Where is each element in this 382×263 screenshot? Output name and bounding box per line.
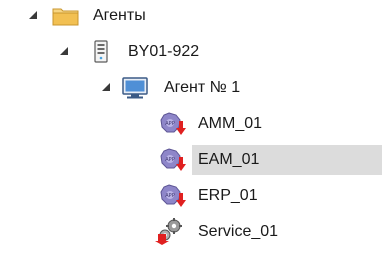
- tree-node-label: Агент № 1: [164, 79, 241, 96]
- service-error-icon: [153, 217, 189, 245]
- tree-node-item[interactable]: APP ERP_01: [0, 181, 382, 211]
- tree-node-item[interactable]: APP AMM_01: [0, 109, 382, 139]
- tree-node-label: ERP_01: [198, 187, 258, 204]
- svg-text:APP: APP: [165, 157, 174, 163]
- tree-node-item-selected[interactable]: APP EAM_01: [0, 145, 382, 175]
- app-error-icon: APP: [157, 184, 189, 208]
- collapse-arrow-icon[interactable]: [29, 11, 37, 19]
- collapse-arrow-icon[interactable]: [60, 47, 68, 55]
- svg-text:APP: APP: [165, 121, 174, 127]
- tree-node-label: Service_01: [198, 223, 279, 240]
- tree-node-item[interactable]: Service_01: [0, 217, 382, 247]
- tree-node-label: EAM_01: [198, 151, 260, 168]
- app-error-icon: APP: [157, 112, 189, 136]
- tree-node-label: Агенты: [93, 7, 146, 24]
- server-icon: [89, 40, 113, 64]
- monitor-icon: [121, 76, 149, 100]
- tree-node-agent[interactable]: Агент № 1: [0, 73, 382, 103]
- tree-view: Агенты BY01-922 Агент № 1 APP AMM_01 APP…: [0, 0, 382, 263]
- svg-text:APP: APP: [165, 193, 174, 199]
- tree-node-agents[interactable]: Агенты: [0, 1, 382, 31]
- tree-node-label: BY01-922: [128, 43, 200, 60]
- collapse-arrow-icon[interactable]: [102, 83, 110, 91]
- app-error-icon: APP: [157, 148, 189, 172]
- folder-icon: [51, 4, 81, 28]
- tree-node-label: AMM_01: [198, 115, 263, 132]
- tree-node-server[interactable]: BY01-922: [0, 37, 382, 67]
